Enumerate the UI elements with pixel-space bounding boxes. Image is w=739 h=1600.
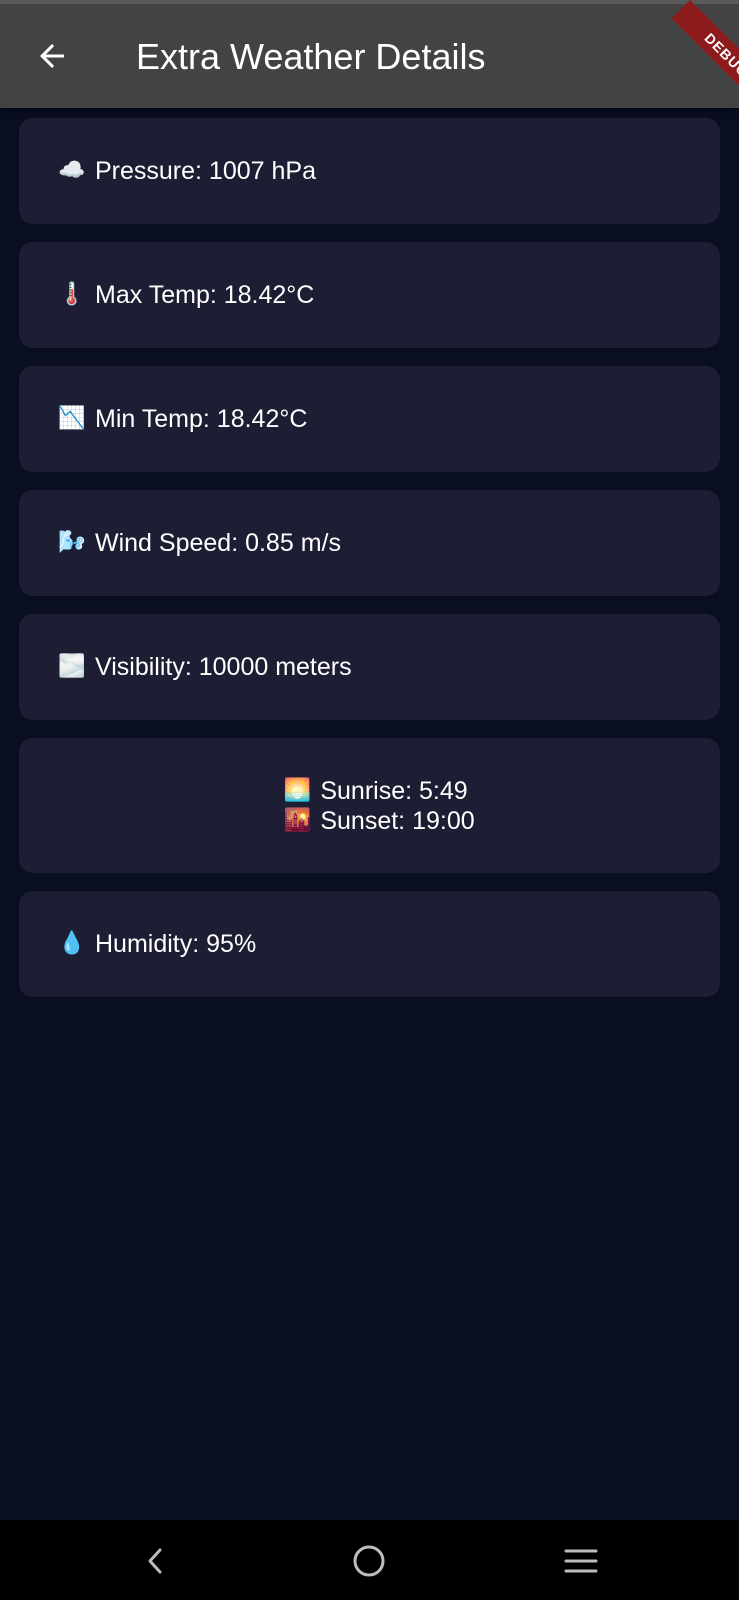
nav-menu-button[interactable] [554,1534,608,1588]
nav-menu-icon [564,1549,598,1573]
droplet-icon: 💧 [58,931,86,956]
fog-icon: 🌫️ [58,654,86,679]
thermometer-icon: 🌡️ [58,282,86,307]
nav-home-button[interactable] [342,1534,396,1588]
sun-times-card: 🌅 Sunrise: 5:49 🌇 Sunset: 19:00 [19,738,720,873]
max-temp-text: Max Temp: 18.42°C [95,281,315,309]
pressure-text: Pressure: 1007 hPa [95,157,316,185]
wind-speed-card: 🌬️ Wind Speed: 0.85 m/s [19,490,720,596]
visibility-card: 🌫️ Visibility: 10000 meters [19,614,720,720]
cloud-icon: ☁️ [58,158,86,183]
pressure-card: ☁️ Pressure: 1007 hPa [19,118,720,224]
app-bar: Extra Weather Details [0,0,739,108]
visibility-text: Visibility: 10000 meters [95,653,352,681]
status-strip [0,0,739,4]
wind-speed-text: Wind Speed: 0.85 m/s [95,529,341,557]
humidity-text: Humidity: 95% [95,930,257,958]
min-temp-card: 📉 Min Temp: 18.42°C [19,366,720,472]
sunrise-text: Sunrise: 5:49 [320,776,468,805]
sunset-icon: 🌇 [283,807,312,833]
page-title: Extra Weather Details [136,36,486,77]
humidity-card: 💧 Humidity: 95% [19,891,720,997]
min-temp-text: Min Temp: 18.42°C [95,405,308,433]
nav-back-icon [148,1548,162,1574]
chart-decreasing-icon: 📉 [58,406,86,431]
nav-home-icon [353,1545,385,1577]
sunrise-icon: 🌅 [283,777,312,803]
arrow-left-icon [40,44,64,68]
sunset-text: Sunset: 19:00 [320,806,475,835]
wind-icon: 🌬️ [58,530,86,555]
details-list: ☁️ Pressure: 1007 hPa 🌡️ Max Temp: 18.42… [19,118,720,1015]
max-temp-card: 🌡️ Max Temp: 18.42°C [19,242,720,348]
nav-back-button[interactable] [129,1534,183,1588]
back-button[interactable] [22,28,82,84]
system-navigation-bar [0,1520,739,1600]
